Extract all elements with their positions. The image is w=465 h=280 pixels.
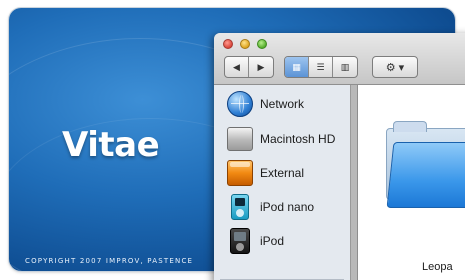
sidebar-item-external[interactable]: External — [214, 156, 351, 190]
sidebar-item-label: Macintosh HD — [260, 132, 336, 146]
ipod-icon — [230, 228, 250, 254]
sidebar-item-network[interactable]: Network — [214, 87, 351, 121]
folder-icon[interactable] — [386, 120, 465, 210]
sidebar-item-ipod[interactable]: iPod — [214, 224, 351, 258]
zoom-window-button[interactable] — [257, 39, 267, 49]
folder-front-shape — [386, 142, 465, 208]
icon-view-button[interactable]: ▦ — [285, 57, 309, 77]
finder-sidebar: Network Macintosh HD External iPod nano … — [214, 85, 351, 280]
sidebar-item-ipod-nano[interactable]: iPod nano — [214, 190, 351, 224]
finder-window: ◀ ▶ ▦ ☰ ▥ ⚙ ▾ Network Macintosh HD Exter… — [214, 33, 465, 280]
list-view-button[interactable]: ☰ — [309, 57, 333, 77]
banner-title: Vitae — [62, 125, 160, 165]
finder-content-area: Leopa — [357, 85, 465, 280]
sidebar-item-label: iPod nano — [260, 200, 315, 214]
sidebar-item-label: iPod — [260, 234, 285, 248]
sidebar-item-macintosh-hd[interactable]: Macintosh HD — [214, 122, 351, 156]
network-globe-icon — [227, 91, 253, 117]
action-gear-button[interactable]: ⚙ ▾ — [373, 57, 417, 77]
minimize-window-button[interactable] — [240, 39, 250, 49]
action-menu-control: ⚙ ▾ — [372, 56, 418, 78]
forward-button[interactable]: ▶ — [249, 57, 273, 77]
sidebar-item-label: External — [260, 166, 305, 180]
external-drive-icon — [227, 160, 253, 186]
folder-label[interactable]: Leopa — [422, 261, 453, 273]
hard-drive-icon — [227, 127, 253, 151]
finder-toolbar: ◀ ▶ ▦ ☰ ▥ ⚙ ▾ — [214, 33, 465, 85]
back-button[interactable]: ◀ — [225, 57, 249, 77]
view-mode-control: ▦ ☰ ▥ — [284, 56, 358, 78]
close-window-button[interactable] — [223, 39, 233, 49]
column-view-button[interactable]: ▥ — [333, 57, 357, 77]
sidebar-item-label: Network — [260, 97, 305, 111]
ipod-nano-icon — [231, 194, 249, 220]
back-forward-control: ◀ ▶ — [224, 56, 274, 78]
copyright-text: COPYRIGHT 2007 IMPROV, PASTENCE — [25, 257, 194, 265]
